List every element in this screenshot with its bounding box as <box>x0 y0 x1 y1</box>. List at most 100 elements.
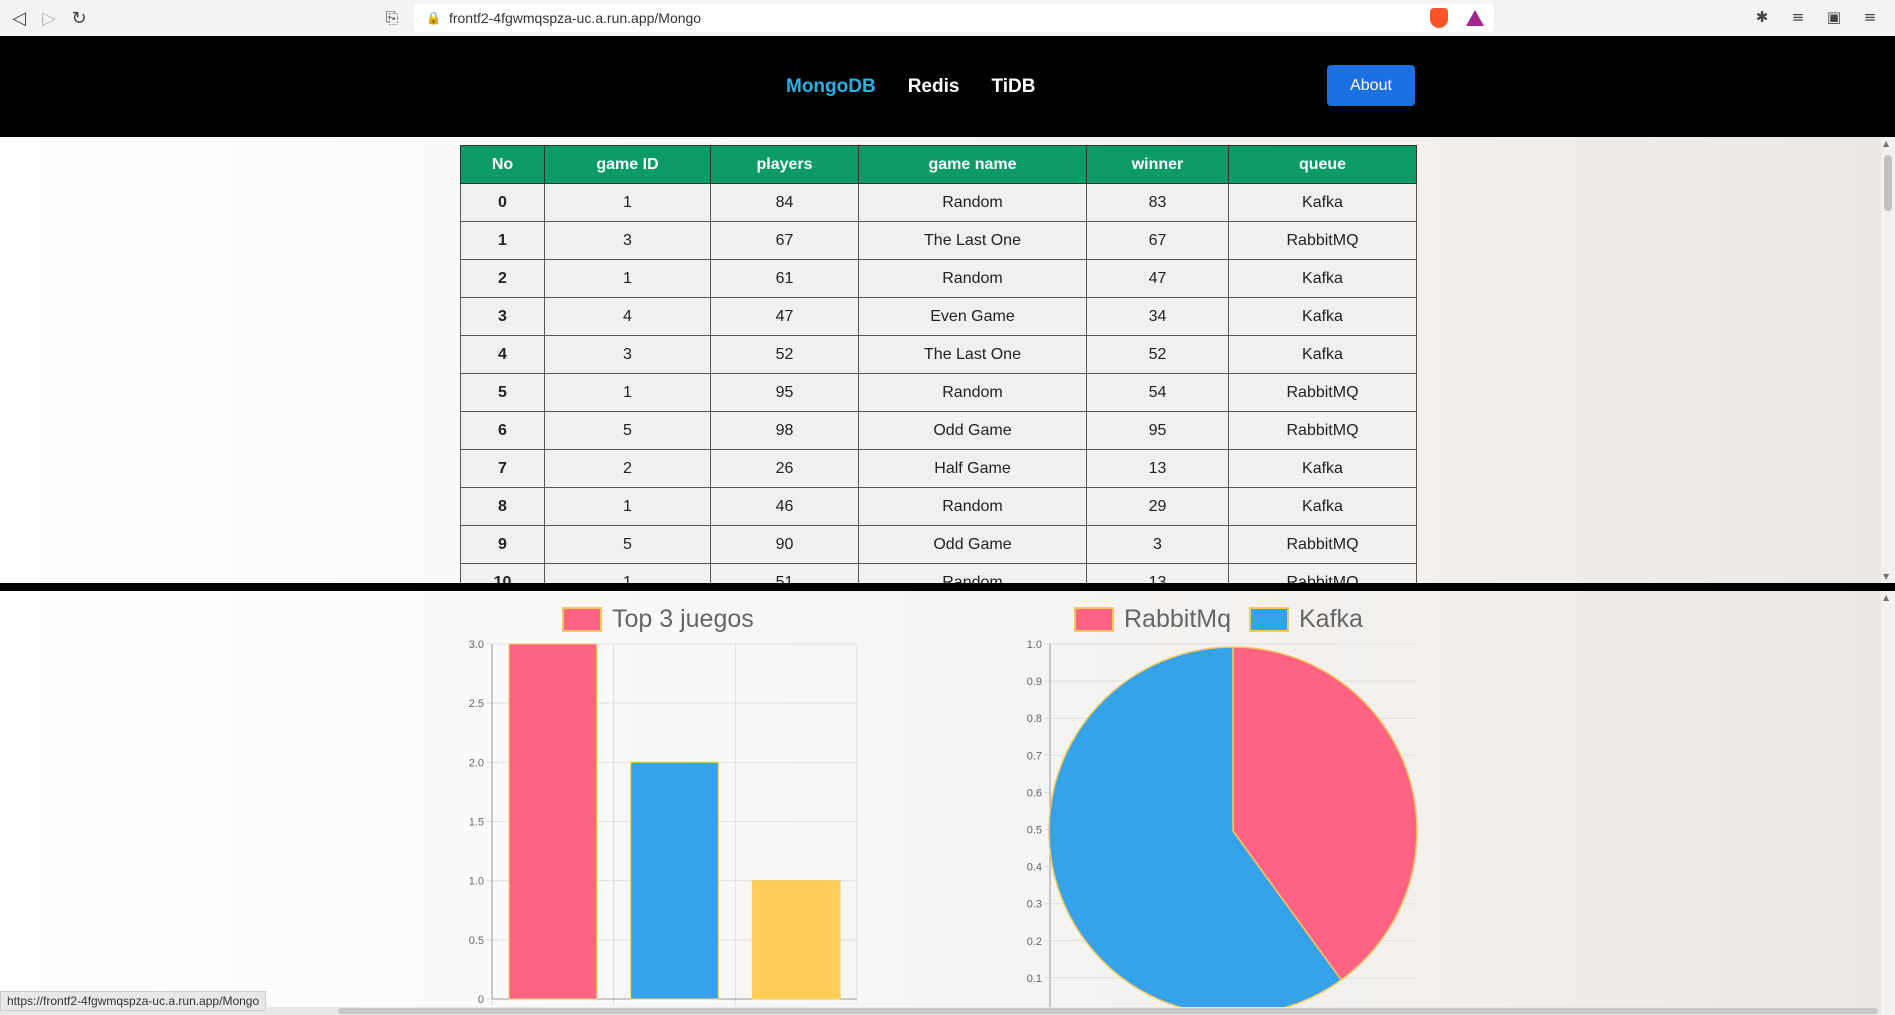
bar-y-tick-label: 0.5 <box>469 935 484 947</box>
table-cell: 2 <box>460 259 545 298</box>
bar-y-tick-label: 0 <box>478 994 484 1006</box>
table-cell: 13 <box>1086 449 1229 488</box>
url-text: frontf2-4fgwmqspza-uc.a.run.app/Mongo <box>448 10 702 26</box>
table-cell: 52 <box>710 335 859 374</box>
table-cell: RabbitMQ <box>1228 373 1417 412</box>
table-scrollbar[interactable]: ▲ ▼ <box>1881 137 1895 583</box>
col-header-game-id: game ID <box>544 145 711 184</box>
table-cell: 95 <box>710 373 859 412</box>
brave-rewards-icon[interactable] <box>1466 10 1484 26</box>
pie-y-tick-label: 1.0 <box>1027 639 1042 651</box>
reading-list-icon[interactable]: ≡ <box>1787 6 1809 28</box>
address-bar-actions <box>1430 8 1484 28</box>
pie-y-tick-label: 0.8 <box>1027 713 1042 725</box>
table-cell: Random <box>858 563 1087 583</box>
table-cell: 2 <box>544 449 711 488</box>
table-cell: 7 <box>460 449 545 488</box>
bar-y-tick-label: 1.0 <box>469 876 484 888</box>
brave-shield-icon[interactable] <box>1430 8 1448 28</box>
table-cell: 47 <box>1086 259 1229 298</box>
table-cell: Random <box>858 183 1087 222</box>
about-button[interactable]: About <box>1327 65 1415 106</box>
games-table-pane: No game ID players game name winner queu… <box>0 137 1895 583</box>
table-cell: 8 <box>460 487 545 526</box>
bar-y-tick-label: 2.5 <box>469 698 484 710</box>
table-cell: 13 <box>1086 563 1229 583</box>
col-header-queue: queue <box>1228 145 1417 184</box>
horizontal-scrollbar[interactable] <box>0 1007 1881 1015</box>
pie-y-tick-label: 0.6 <box>1027 787 1042 799</box>
col-header-no: No <box>460 145 545 184</box>
bar-y-tick-label: 2.0 <box>469 757 484 769</box>
forward-icon[interactable]: ▷ <box>34 3 64 33</box>
charts-scrollbar[interactable]: ▲ <box>1881 591 1895 1015</box>
table-cell: 46 <box>710 487 859 526</box>
toolbar-right: ✱ ≡ ▣ ≡ <box>1751 6 1881 28</box>
table-cell: 29 <box>1086 487 1229 526</box>
table-cell: 4 <box>460 335 545 374</box>
table-cell: Kafka <box>1228 297 1417 336</box>
table-cell: 1 <box>544 259 711 298</box>
scroll-up-icon[interactable]: ▲ <box>1883 593 1889 602</box>
table-cell: Odd Game <box>858 411 1087 450</box>
table-row: 2 1 61 Random 47 Kafka <box>460 259 1417 298</box>
table-cell: 47 <box>710 297 859 336</box>
horizontal-scrollbar-thumb[interactable] <box>338 1008 1878 1014</box>
menu-icon[interactable]: ≡ <box>1859 6 1881 28</box>
wallet-icon[interactable]: ▣ <box>1823 6 1845 28</box>
table-cell: Kafka <box>1228 335 1417 374</box>
pie-y-tick-label: 0.5 <box>1027 825 1042 837</box>
table-cell: 90 <box>710 525 859 564</box>
bar-y-tick-label: 3.0 <box>469 639 484 651</box>
table-cell: 3 <box>544 221 711 260</box>
address-bar[interactable]: 🔒 frontf2-4fgwmqspza-uc.a.run.app/Mongo <box>414 4 1494 32</box>
table-cell: Half Game <box>858 449 1087 488</box>
nav-link-tidb[interactable]: TiDB <box>991 76 1035 98</box>
table-cell: 5 <box>544 525 711 564</box>
table-row: 1 3 67 The Last One 67 RabbitMQ <box>460 221 1417 260</box>
pie-y-tick-label: 0.3 <box>1027 899 1042 911</box>
bookmark-icon[interactable]: ⎘ <box>378 8 406 28</box>
table-cell: 84 <box>710 183 859 222</box>
table-cell: 0 <box>460 183 545 222</box>
scroll-down-icon[interactable]: ▼ <box>1883 572 1889 581</box>
table-cell: Kafka <box>1228 449 1417 488</box>
table-row: 3 4 47 Even Game 34 Kafka <box>460 297 1417 336</box>
nav-link-mongodb[interactable]: MongoDB <box>786 76 876 98</box>
table-cell: 1 <box>544 487 711 526</box>
col-header-game-name: game name <box>858 145 1087 184</box>
table-cell: Even Game <box>858 297 1087 336</box>
address-bar-wrap: ⎘ 🔒 frontf2-4fgwmqspza-uc.a.run.app/Mong… <box>378 4 1496 32</box>
extensions-icon[interactable]: ✱ <box>1751 6 1773 28</box>
pie-y-tick-label: 0.9 <box>1027 676 1042 688</box>
table-cell: 10 <box>460 563 545 583</box>
table-cell: The Last One <box>858 335 1087 374</box>
scroll-up-icon[interactable]: ▲ <box>1883 139 1889 148</box>
table-cell: 98 <box>710 411 859 450</box>
bar-y-tick-label: 1.5 <box>469 817 484 829</box>
table-cell: Kafka <box>1228 259 1417 298</box>
bar-2 <box>751 880 841 1000</box>
table-row: 7 2 26 Half Game 13 Kafka <box>460 449 1417 488</box>
table-row: 0 1 84 Random 83 Kafka <box>460 183 1417 222</box>
nav-link-redis[interactable]: Redis <box>908 76 960 98</box>
table-cell: 5 <box>460 373 545 412</box>
table-row: 4 3 52 The Last One 52 Kafka <box>460 335 1417 374</box>
site-navbar: MongoDB Redis TiDB About <box>0 36 1895 137</box>
col-header-players: players <box>710 145 859 184</box>
table-row: 9 5 90 Odd Game 3 RabbitMQ <box>460 525 1417 564</box>
table-cell: 1 <box>544 563 711 583</box>
table-cell: Random <box>858 487 1087 526</box>
charts-pane: Top 3 juegos RabbitMq Kafka 0 0.5 1.0 1.5 2.… <box>0 591 1895 1015</box>
table-cell: 1 <box>544 183 711 222</box>
table-cell: The Last One <box>858 221 1087 260</box>
table-cell: RabbitMQ <box>1228 563 1417 583</box>
pie-y-tick-label: 0.4 <box>1027 862 1042 874</box>
bar-0 <box>508 643 598 1000</box>
back-icon[interactable]: ◁ <box>4 3 34 33</box>
pie-y-tick-label: 0.2 <box>1027 936 1042 948</box>
table-cell: RabbitMQ <box>1228 411 1417 450</box>
reload-icon[interactable]: ↻ <box>64 3 94 33</box>
scrollbar-thumb[interactable] <box>1884 155 1892 211</box>
table-cell: Kafka <box>1228 487 1417 526</box>
